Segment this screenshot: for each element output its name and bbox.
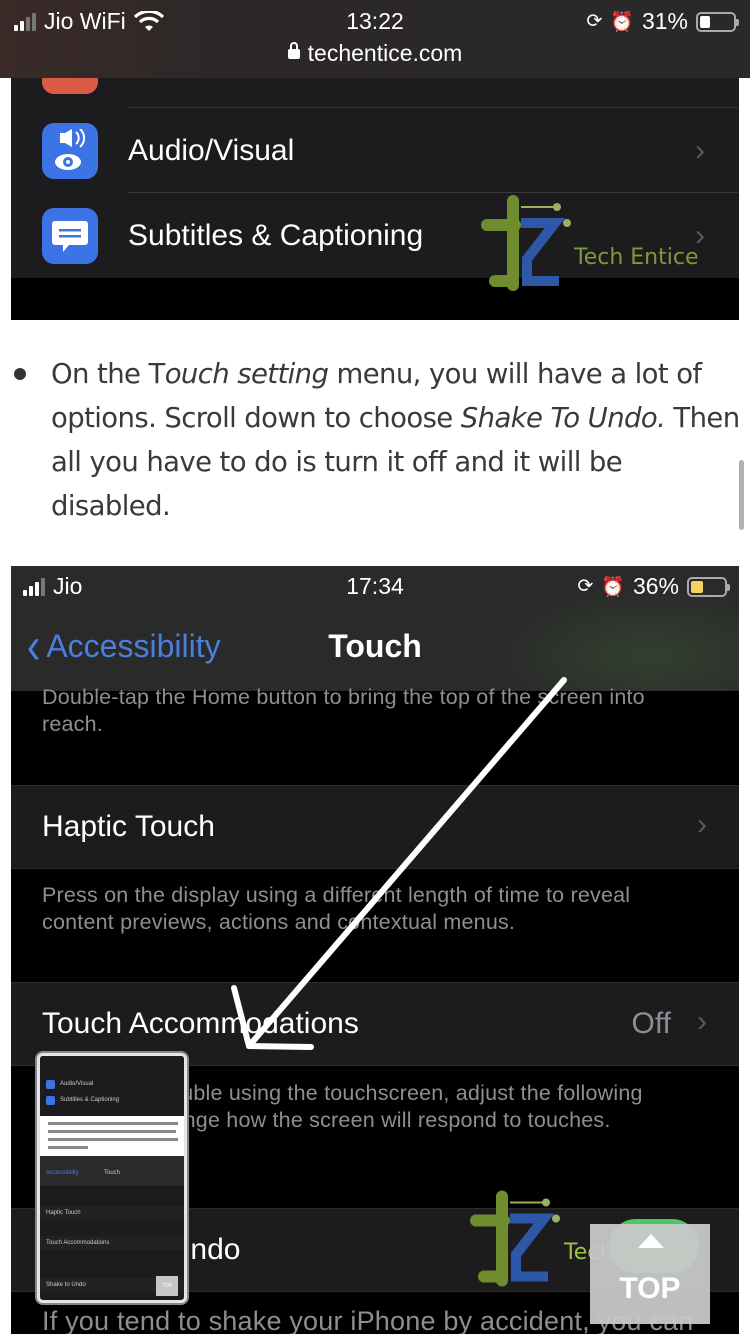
thumb-cell: Haptic Touch [40, 1206, 184, 1220]
thumb-text: Subtitles & Captioning [60, 1097, 120, 1103]
thumb-cell: Touch Accommodations [40, 1236, 184, 1250]
list-bullet [14, 368, 26, 380]
article-paragraph: On the Touch setting menu, you will have… [51, 352, 741, 528]
thumb-header: Audio/Visual Subtitles & Captioning [40, 1056, 184, 1116]
haptic-description: Press on the display using a different l… [42, 883, 631, 934]
alarm-icon: ⏰ [610, 11, 634, 33]
thumb-top-button: TOP [156, 1276, 178, 1296]
top-label: TOP [619, 1272, 681, 1305]
chevron-right-icon: › [697, 808, 707, 841]
audio-visual-icon [42, 122, 98, 179]
thumb-nav: Accessibility Touch [40, 1156, 184, 1186]
screenshot-accessibility-list: Audio/Visual › Subtitles & Captioning › … [11, 78, 739, 320]
status-right: ⟳ ⏰ 31% [586, 8, 739, 35]
row-label: Audio/Visual [128, 133, 295, 167]
subtitles-icon [42, 207, 98, 264]
italic-run: Shake To Undo. [460, 402, 666, 434]
row-value: Off [631, 1007, 671, 1040]
thumb-text: Accessibility [46, 1170, 79, 1176]
alarm-icon: ⏰ [601, 576, 625, 598]
partial-row [11, 78, 739, 108]
battery-icon [687, 576, 730, 597]
watermark-text: Tech Entice [574, 245, 699, 270]
thumb-article [40, 1116, 184, 1156]
battery-icon [696, 11, 739, 32]
browser-status-bar: Jio WiFi 13:22 ⟳ ⏰ 31% techentice.com [0, 0, 750, 78]
arrow-up-icon [638, 1234, 664, 1248]
row-audio-visual[interactable]: Audio/Visual › [11, 108, 739, 193]
page-scrollbar[interactable] [739, 460, 744, 530]
orientation-lock-icon: ⟳ [586, 11, 603, 32]
reachability-description: Double-tap the Home button to bring the … [42, 685, 645, 736]
screenshot-touch-settings: Jio 17:34 ⟳ ⏰ 36% ‹ Accessibility Touch … [11, 566, 739, 1334]
tech-entice-logo-icon [470, 1190, 560, 1287]
back-to-top-button[interactable]: TOP [590, 1224, 710, 1324]
status-right: ⟳ ⏰ 36% [577, 573, 730, 600]
thumb-subtitles-icon [46, 1096, 55, 1105]
italic-run: ouch setting [164, 358, 329, 390]
battery-percent: 36% [632, 573, 679, 599]
chevron-right-icon: › [697, 1005, 707, 1038]
row-label: Subtitles & Captioning [128, 218, 424, 252]
tech-entice-logo-icon [481, 195, 571, 291]
chevron-right-icon: › [695, 133, 705, 167]
thumb-text: Audio/Visual [60, 1081, 94, 1087]
url-text: techentice.com [307, 40, 463, 66]
lock-icon [287, 42, 300, 59]
tech-entice-watermark: Tech Entice [477, 193, 707, 293]
row-label: Touch Accommodations [42, 1007, 359, 1040]
text-run: On the T [51, 358, 165, 390]
battery-percent: 31% [641, 8, 688, 34]
screenshot-thumbnail[interactable]: Audio/Visual Subtitles & Captioning Acce… [37, 1053, 187, 1303]
touch-nav-header: Jio 17:34 ⟳ ⏰ 36% ‹ Accessibility Touch [11, 566, 739, 691]
row-label: Haptic Touch [42, 810, 215, 843]
orientation-lock-icon: ⟳ [577, 576, 594, 597]
thumb-audio-icon [46, 1080, 55, 1089]
row-haptic-touch[interactable]: Haptic Touch › [11, 785, 739, 869]
thumb-text: Touch [104, 1170, 121, 1176]
page-title: Touch [328, 628, 422, 664]
address-bar[interactable]: techentice.com [0, 40, 750, 67]
